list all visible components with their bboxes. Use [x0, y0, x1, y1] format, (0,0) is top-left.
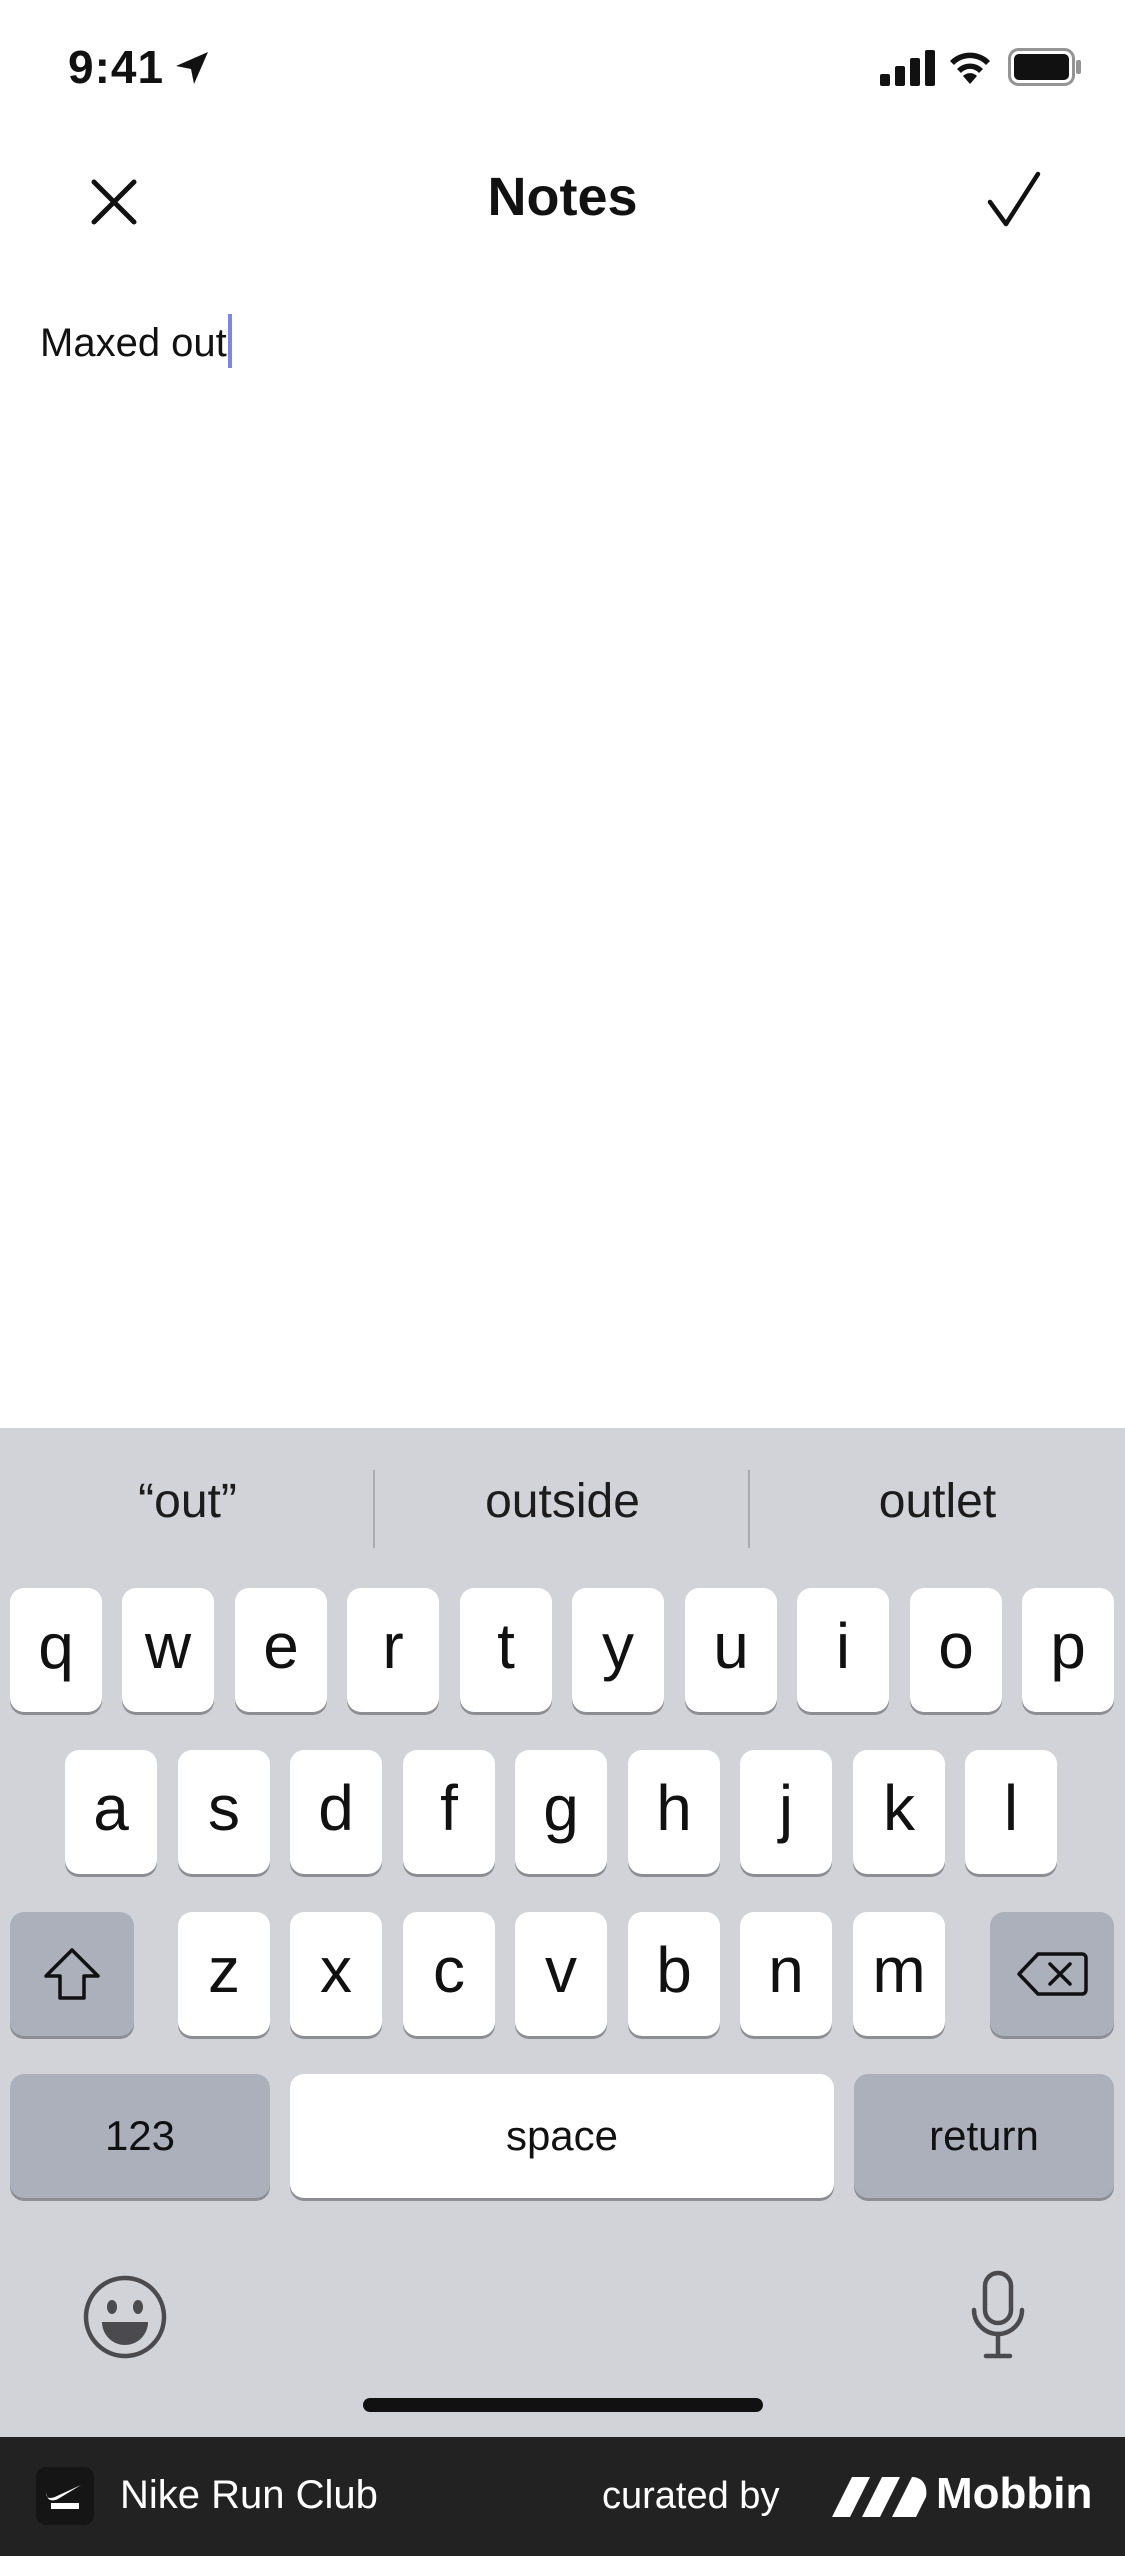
wifi-icon — [950, 52, 990, 84]
shift-icon — [44, 1948, 100, 2000]
home-indicator[interactable] — [363, 2398, 763, 2412]
key-g[interactable]: g — [515, 1750, 607, 1874]
key-a[interactable]: a — [65, 1750, 157, 1874]
key-label: l — [1003, 1772, 1019, 1844]
note-text[interactable]: Maxed out — [40, 314, 232, 368]
keyboard: “out” outside outlet q w e r t y u i o p… — [0, 1428, 1125, 2437]
key-label: d — [318, 1772, 354, 1844]
key-m[interactable]: m — [853, 1912, 945, 2036]
key-s[interactable]: s — [178, 1750, 270, 1874]
key-y[interactable]: y — [572, 1588, 664, 1712]
key-h[interactable]: h — [628, 1750, 720, 1874]
key-label: i — [835, 1610, 851, 1682]
key-label: b — [656, 1934, 692, 2006]
checkmark-icon[interactable] — [980, 166, 1050, 236]
key-b[interactable]: b — [628, 1912, 720, 2036]
attribution-footer: Nike Run Club curated by Mobbin — [0, 2437, 1125, 2556]
cellular-signal-icon — [880, 50, 935, 86]
text-caret — [227, 314, 232, 368]
key-label: k — [883, 1772, 915, 1844]
key-label: w — [144, 1610, 192, 1682]
key-label: v — [545, 1934, 577, 2006]
key-c[interactable]: c — [403, 1912, 495, 2036]
key-label: n — [768, 1934, 804, 2006]
space-key[interactable]: space — [290, 2074, 834, 2198]
app-name: Nike Run Club — [120, 2473, 378, 2517]
key-t[interactable]: t — [460, 1588, 552, 1712]
note-editor[interactable]: Maxed out — [0, 300, 1125, 1420]
delete-key[interactable] — [990, 1912, 1114, 2036]
key-v[interactable]: v — [515, 1912, 607, 2036]
key-label: p — [1050, 1610, 1086, 1682]
key-label: m — [872, 1934, 926, 2006]
key-p[interactable]: p — [1022, 1588, 1114, 1712]
curated-by-label: curated by — [602, 2475, 780, 2517]
key-label: c — [433, 1934, 465, 2006]
key-n[interactable]: n — [740, 1912, 832, 2036]
suggestion-1[interactable]: “out” — [0, 1474, 375, 1529]
key-label: f — [440, 1772, 458, 1844]
key-label: r — [382, 1610, 404, 1682]
suggestion-bar: “out” outside outlet — [0, 1428, 1125, 1578]
status-bar: 9:41 — [0, 0, 1125, 140]
key-label: q — [38, 1610, 74, 1682]
page-title: Notes — [487, 167, 638, 227]
key-label: space — [505, 2112, 619, 2159]
key-label: t — [497, 1610, 515, 1682]
key-label: y — [602, 1610, 634, 1682]
note-text-value: Maxed out — [40, 321, 227, 365]
key-label: a — [93, 1772, 129, 1844]
key-d[interactable]: d — [290, 1750, 382, 1874]
key-label: o — [938, 1610, 974, 1682]
key-label: 123 — [104, 2112, 176, 2159]
key-f[interactable]: f — [403, 1750, 495, 1874]
key-x[interactable]: x — [290, 1912, 382, 2036]
emoji-icon[interactable] — [82, 2274, 168, 2360]
mobbin-brand: Mobbin — [936, 2469, 1093, 2518]
key-w[interactable]: w — [122, 1588, 214, 1712]
key-r[interactable]: r — [347, 1588, 439, 1712]
suggestion-3[interactable]: outlet — [750, 1474, 1125, 1529]
nav-header: Notes — [0, 140, 1125, 260]
key-label: h — [656, 1772, 692, 1844]
key-label: j — [778, 1772, 794, 1844]
suggestion-2[interactable]: outside — [375, 1474, 750, 1529]
return-key[interactable]: return — [854, 2074, 1114, 2198]
nike-run-club-logo-icon — [36, 2467, 94, 2525]
key-label: u — [713, 1610, 749, 1682]
key-o[interactable]: o — [910, 1588, 1002, 1712]
key-l[interactable]: l — [965, 1750, 1057, 1874]
key-i[interactable]: i — [797, 1588, 889, 1712]
key-label: x — [320, 1934, 352, 2006]
battery-icon — [1008, 48, 1081, 86]
key-e[interactable]: e — [235, 1588, 327, 1712]
key-label: e — [263, 1610, 299, 1682]
status-time: 9:41 — [68, 41, 165, 93]
key-label: return — [929, 2112, 1039, 2159]
location-arrow-icon — [176, 52, 208, 84]
numbers-key[interactable]: 123 — [10, 2074, 270, 2198]
key-z[interactable]: z — [178, 1912, 270, 2036]
mobbin-logo-icon — [832, 2477, 927, 2517]
key-label: s — [208, 1772, 240, 1844]
key-q[interactable]: q — [10, 1588, 102, 1712]
key-u[interactable]: u — [685, 1588, 777, 1712]
microphone-icon[interactable] — [970, 2270, 1026, 2360]
key-label: z — [208, 1934, 240, 2006]
shift-key[interactable] — [10, 1912, 134, 2036]
backspace-icon — [1017, 1952, 1088, 1996]
key-label: g — [543, 1772, 579, 1844]
key-k[interactable]: k — [853, 1750, 945, 1874]
swoosh-icon — [46, 2485, 81, 2509]
key-j[interactable]: j — [740, 1750, 832, 1874]
